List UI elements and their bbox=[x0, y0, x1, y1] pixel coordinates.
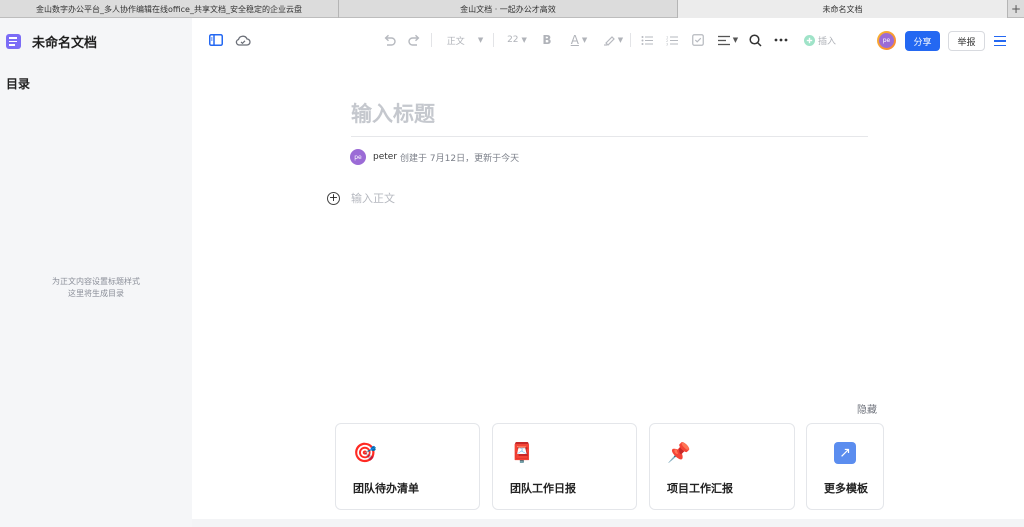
search-icon[interactable] bbox=[747, 30, 763, 50]
toc-empty-line: 为正文内容设置标题样式 bbox=[52, 277, 140, 286]
font-color-icon: A bbox=[570, 33, 579, 47]
direct-hit-icon: 🎯 bbox=[353, 442, 377, 464]
toolbar-divider bbox=[431, 33, 432, 47]
browser-tab-kdocs[interactable]: 金山文档 · 一起办公才高效 bbox=[339, 0, 678, 18]
new-tab-button[interactable]: + bbox=[1008, 0, 1024, 18]
title-input[interactable]: 输入标题 bbox=[351, 98, 435, 128]
more-options-icon[interactable] bbox=[772, 30, 790, 50]
bold-button[interactable]: B bbox=[540, 30, 554, 50]
svg-text:3: 3 bbox=[666, 42, 668, 46]
doc-meta: pe peter 创建于 7月12日，更新于今天 bbox=[350, 149, 519, 165]
toolbar-divider bbox=[493, 33, 494, 47]
plus-circle-icon bbox=[803, 34, 815, 46]
highlight-button[interactable]: ▼ bbox=[600, 30, 626, 50]
doc-header: 未命名文档 bbox=[6, 32, 97, 51]
template-card-label: 团队工作日报 bbox=[510, 482, 576, 495]
add-block-icon[interactable]: + bbox=[327, 192, 340, 205]
undo-icon[interactable] bbox=[381, 30, 397, 50]
align-button[interactable]: ▼ bbox=[716, 30, 740, 50]
more-templates-card[interactable]: ↗ 更多模板 bbox=[806, 423, 884, 510]
chevron-down-icon: ▼ bbox=[581, 36, 588, 44]
avatar-initials: pe bbox=[879, 33, 894, 48]
title-divider bbox=[351, 136, 868, 137]
browser-tab-strip: 金山数字办公平台_多人协作编辑在线office_共享文档_安全稳定的企业云盘 金… bbox=[0, 0, 1024, 18]
author-name[interactable]: peter bbox=[373, 152, 397, 162]
author-avatar: pe bbox=[350, 149, 366, 165]
hamburger-menu-icon[interactable] bbox=[994, 32, 1010, 50]
font-size-value: 22 bbox=[507, 35, 519, 45]
template-card-label: 项目工作汇报 bbox=[667, 482, 733, 495]
meta-dates: 创建于 7月12日，更新于今天 bbox=[400, 153, 520, 164]
browser-tab-kdocs-home[interactable]: 金山数字办公平台_多人协作编辑在线office_共享文档_安全稳定的企业云盘 bbox=[0, 0, 339, 18]
redo-icon[interactable] bbox=[406, 30, 422, 50]
bottom-strip bbox=[192, 519, 1024, 527]
chevron-down-icon: ▼ bbox=[617, 36, 624, 44]
toggle-sidebar-icon[interactable] bbox=[207, 30, 225, 50]
hide-templates-button[interactable]: 隐藏 bbox=[857, 401, 877, 416]
template-card[interactable]: 📮 团队工作日报 bbox=[492, 423, 637, 510]
align-left-icon bbox=[717, 35, 730, 45]
template-card-label: 更多模板 bbox=[824, 482, 868, 495]
bullet-list-icon[interactable] bbox=[639, 30, 655, 50]
toc-empty-line: 这里将生成目录 bbox=[68, 289, 124, 298]
document-icon bbox=[6, 34, 21, 49]
template-card[interactable]: 📌 项目工作汇报 bbox=[649, 423, 795, 510]
chevron-down-icon: ▼ bbox=[732, 36, 739, 44]
report-button[interactable]: 举报 bbox=[948, 31, 985, 51]
font-color-button[interactable]: A ▼ bbox=[566, 30, 592, 50]
toolbar-divider bbox=[630, 33, 631, 47]
arrow-up-right-icon: ↗ bbox=[834, 442, 856, 464]
chevron-down-icon: ▼ bbox=[521, 36, 527, 44]
toc-empty-hint: 为正文内容设置标题样式 这里将生成目录 bbox=[0, 276, 192, 300]
postbox-icon: 📮 bbox=[510, 442, 534, 464]
editor-toolbar: 正文 ▼ 22 ▼ B A ▼ ▼ 123 ▼ 插入 pe 分享 举报 bbox=[192, 18, 1024, 62]
chevron-down-icon: ▼ bbox=[477, 36, 484, 44]
collaborator-avatar[interactable]: pe bbox=[877, 31, 896, 50]
share-button[interactable]: 分享 bbox=[905, 31, 940, 51]
template-card-label: 团队待办清单 bbox=[353, 482, 419, 495]
paragraph-style-value: 正文 bbox=[446, 36, 465, 47]
template-card[interactable]: 🎯 团队待办清单 bbox=[335, 423, 480, 510]
insert-label: 插入 bbox=[817, 36, 836, 47]
checkbox-list-icon[interactable] bbox=[690, 30, 706, 50]
font-size-select[interactable]: 22 ▼ bbox=[503, 30, 531, 50]
outline-sidebar: 未命名文档 目录 为正文内容设置标题样式 这里将生成目录 bbox=[0, 18, 192, 527]
doc-title[interactable]: 未命名文档 bbox=[32, 32, 97, 51]
numbered-list-icon[interactable]: 123 bbox=[664, 30, 680, 50]
body-input[interactable]: 输入正文 bbox=[351, 190, 395, 206]
cloud-sync-icon[interactable] bbox=[233, 30, 253, 50]
toc-title: 目录 bbox=[6, 77, 31, 91]
paragraph-style-select[interactable]: 正文 ▼ bbox=[443, 30, 487, 50]
pushpin-icon: 📌 bbox=[667, 442, 691, 464]
browser-tab-untitled-doc[interactable]: 未命名文档 bbox=[678, 0, 1008, 18]
insert-button[interactable]: 插入 bbox=[801, 30, 839, 50]
highlighter-icon bbox=[603, 36, 615, 46]
bold-icon: B bbox=[542, 33, 552, 47]
